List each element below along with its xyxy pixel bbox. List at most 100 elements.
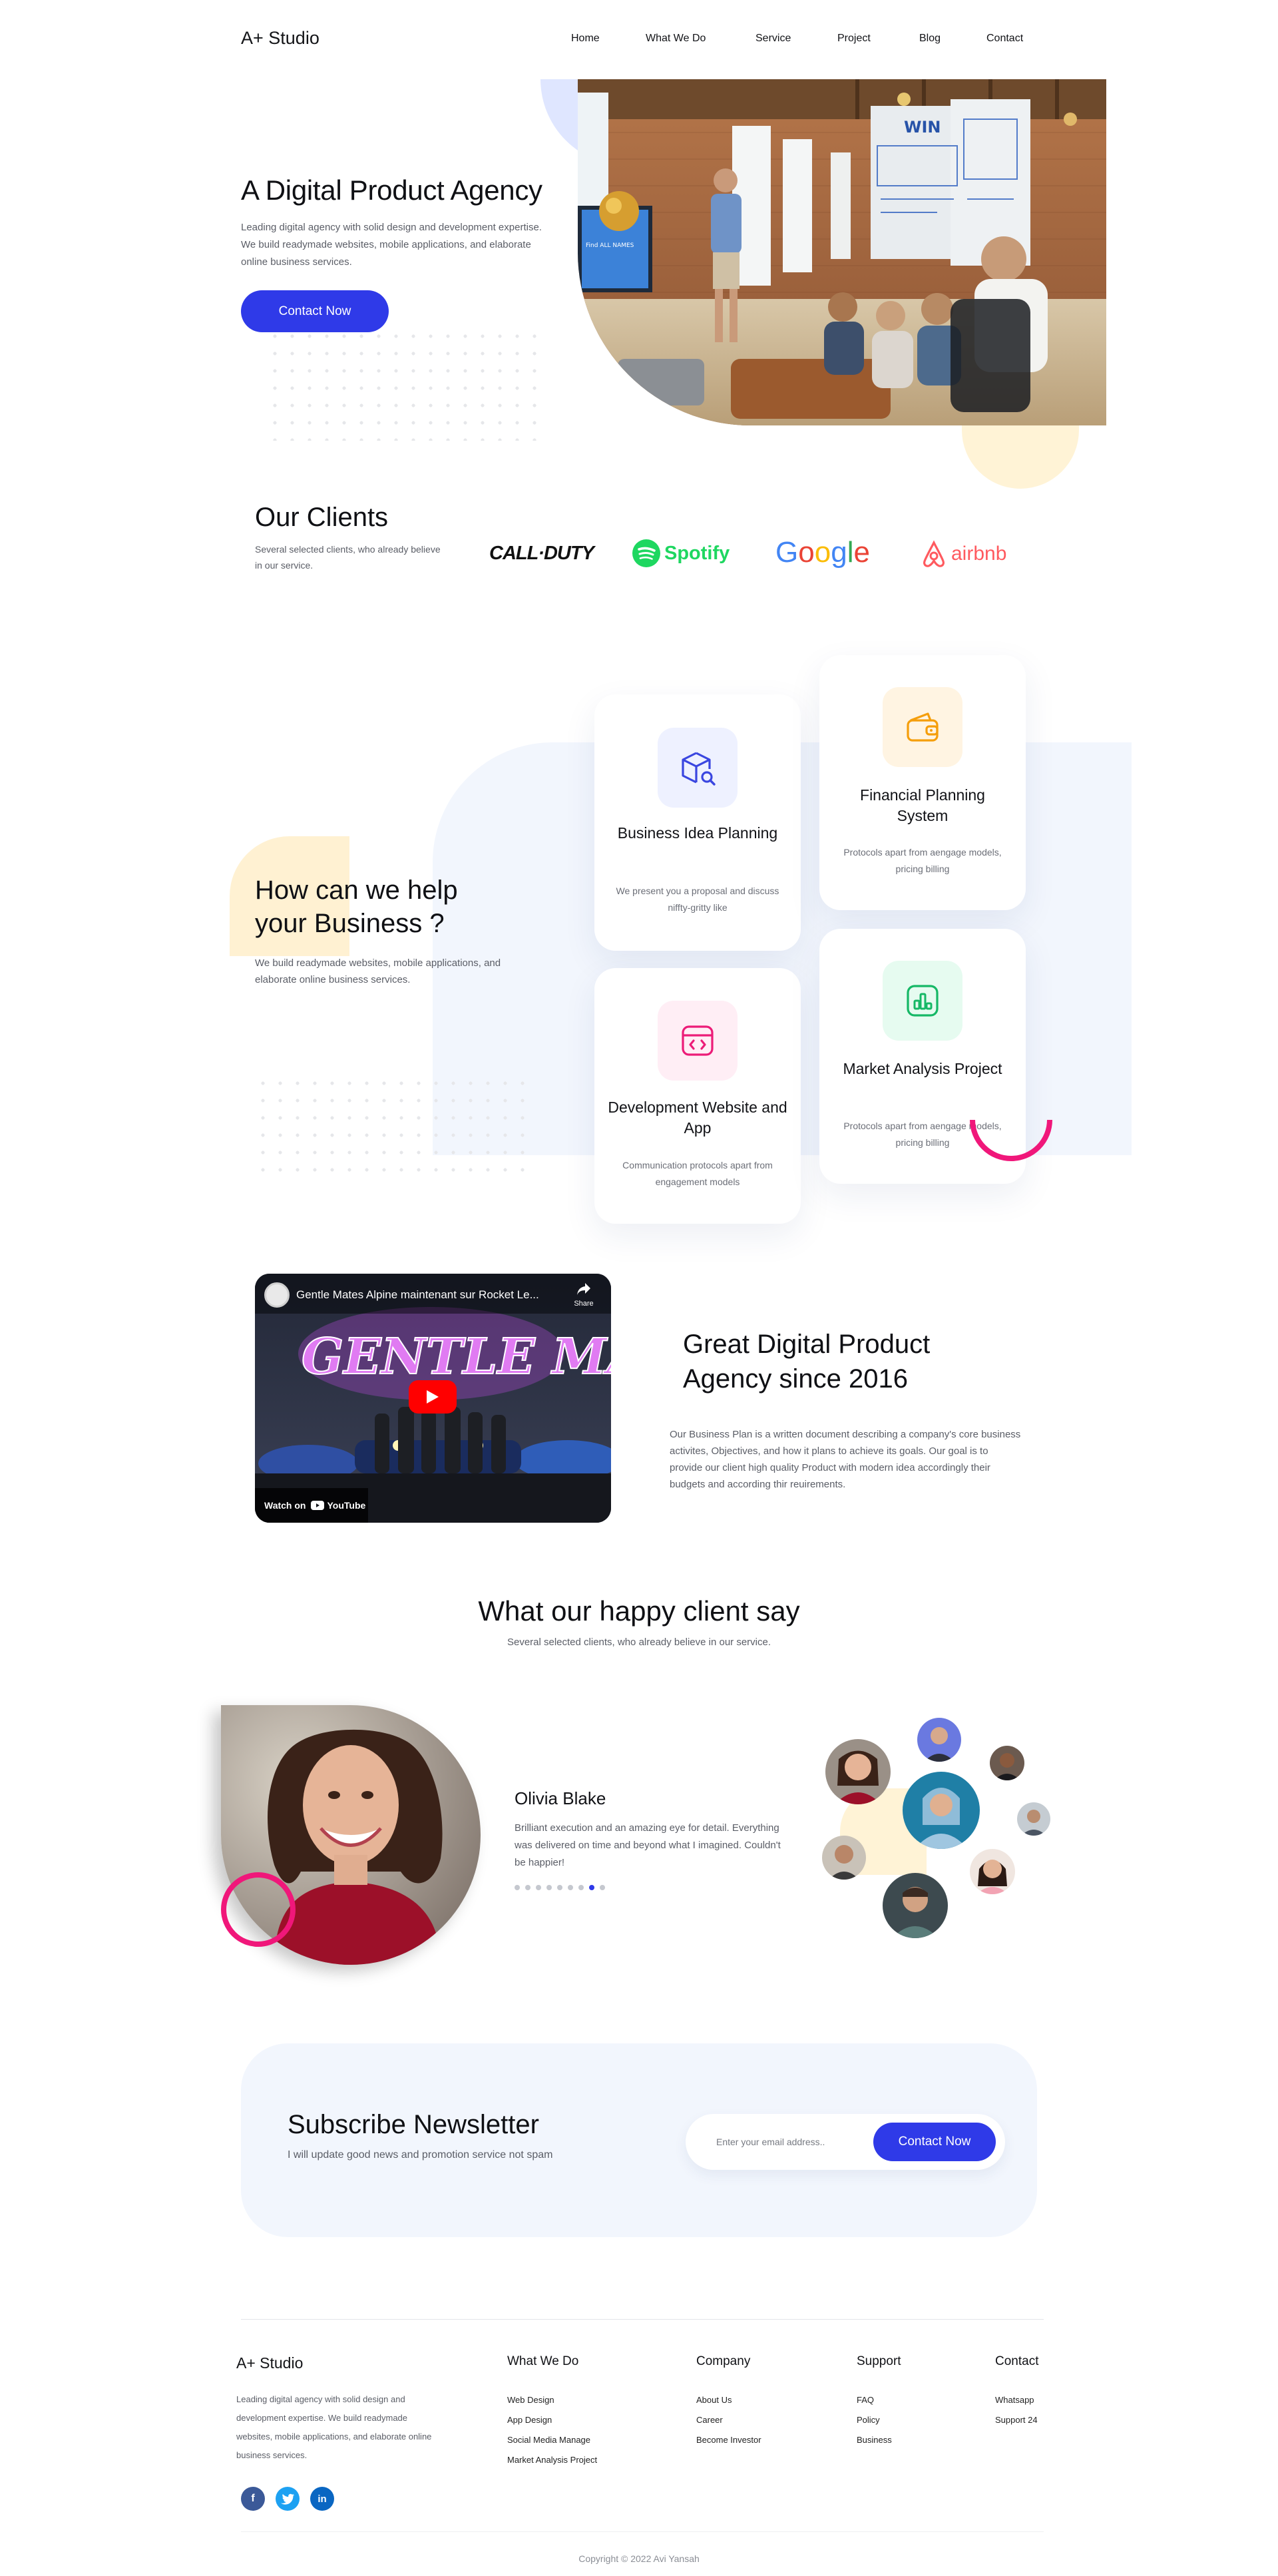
service-card-development[interactable]: Development Website and App Communicatio… bbox=[594, 968, 801, 1224]
footer-link-become-investor[interactable]: Become Investor bbox=[696, 2435, 761, 2445]
service-card-business-idea[interactable]: Business Idea Planning We present you a … bbox=[594, 694, 801, 951]
newsletter-email-input[interactable] bbox=[716, 2131, 863, 2153]
client-avatar[interactable] bbox=[825, 1739, 891, 1804]
nav-contact[interactable]: Contact bbox=[986, 33, 1023, 45]
newsletter-title: Subscribe Newsletter bbox=[288, 2110, 539, 2139]
office-presentation-illustration: WIN Find ALL NAMES bbox=[578, 79, 1106, 425]
share-label: Share bbox=[574, 1300, 594, 1308]
client-avatar[interactable] bbox=[970, 1849, 1015, 1894]
youtube-icon bbox=[311, 1501, 325, 1510]
carousel-dot-6[interactable] bbox=[568, 1885, 573, 1890]
carousel-dot-4[interactable] bbox=[546, 1885, 552, 1890]
client-avatar[interactable] bbox=[1017, 1802, 1050, 1836]
services-title: How can we help your Business ? bbox=[255, 876, 458, 938]
carousel-dot-8-active[interactable] bbox=[589, 1885, 594, 1890]
client-avatar[interactable] bbox=[883, 1873, 948, 1938]
facebook-icon[interactable]: f bbox=[241, 2487, 265, 2511]
footer-link-social-media[interactable]: Social Media Manage bbox=[507, 2435, 590, 2445]
carousel-dot-7[interactable] bbox=[578, 1885, 584, 1890]
airbnb-wordmark: airbnb bbox=[951, 543, 1007, 565]
nav-service[interactable]: Service bbox=[755, 33, 791, 45]
newsletter-subtitle: I will update good news and promotion se… bbox=[288, 2149, 553, 2161]
about-title: Great Digital Product Agency since 2016 bbox=[683, 1330, 931, 1394]
wallet-icon bbox=[883, 687, 962, 767]
client-avatar-featured[interactable] bbox=[903, 1772, 980, 1849]
footer-heading-what-we-do: What We Do bbox=[507, 2354, 579, 2368]
hero-title: A Digital Product Agency bbox=[241, 174, 542, 206]
footer-link-business[interactable]: Business bbox=[857, 2435, 892, 2445]
footer-heading-support: Support bbox=[857, 2354, 901, 2368]
nav-blog[interactable]: Blog bbox=[919, 33, 941, 45]
footer-link-about-us[interactable]: About Us bbox=[696, 2395, 732, 2405]
carousel-dot-1[interactable] bbox=[515, 1885, 520, 1890]
footer-link-whatsapp[interactable]: Whatsapp bbox=[995, 2395, 1034, 2405]
chart-icon bbox=[883, 961, 962, 1041]
newsletter-form: Contact Now bbox=[686, 2114, 1005, 2170]
newsletter-contact-button[interactable]: Contact Now bbox=[873, 2123, 996, 2161]
footer-heading-company: Company bbox=[696, 2354, 751, 2368]
package-search-icon bbox=[658, 728, 738, 808]
service-card-description: We present you a proposal and discuss ni… bbox=[616, 886, 779, 913]
airbnb-logo: airbnb bbox=[921, 540, 1006, 568]
service-card-title: Market Analysis Project bbox=[843, 1060, 1002, 1077]
hero-contact-button[interactable]: Contact Now bbox=[241, 290, 389, 332]
client-avatar[interactable] bbox=[917, 1718, 961, 1762]
twitter-icon[interactable] bbox=[276, 2487, 300, 2511]
testimonials-subtitle: Several selected clients, who already be… bbox=[507, 1637, 771, 1648]
services-description: We build readymade websites, mobile appl… bbox=[255, 957, 501, 985]
tv-screen-text: Find ALL NAMES bbox=[586, 242, 634, 249]
hero-decor-cream bbox=[962, 425, 1079, 489]
channel-avatar[interactable] bbox=[264, 1282, 290, 1308]
wall-sign-text: WIN bbox=[904, 118, 941, 136]
twitter-bird-glyph bbox=[281, 2493, 294, 2505]
services-dot-pattern bbox=[254, 1075, 527, 1181]
video-art-text: GENTLE MATES bbox=[302, 1328, 611, 1386]
footer-link-support-24[interactable]: Support 24 bbox=[995, 2415, 1038, 2425]
nav-project[interactable]: Project bbox=[837, 33, 871, 45]
spotify-wordmark: Spotify bbox=[664, 542, 730, 564]
footer-description: Leading digital agency with solid design… bbox=[236, 2394, 432, 2460]
nav-home[interactable]: Home bbox=[571, 33, 600, 45]
about-description: Our Business Plan is a written document … bbox=[670, 1429, 1021, 1490]
service-card-description: Communication protocols apart from engag… bbox=[622, 1160, 773, 1187]
carousel-dot-5[interactable] bbox=[557, 1885, 562, 1890]
footer-link-faq[interactable]: FAQ bbox=[857, 2395, 874, 2405]
service-card-title: Financial Planning System bbox=[860, 786, 985, 824]
service-card-title: Development Website and App bbox=[608, 1099, 787, 1137]
youtube-video-player[interactable]: GENTLE MATES Gentle Mates Alpine mainten… bbox=[255, 1274, 611, 1523]
service-card-financial-planning[interactable]: Financial Planning System Protocols apar… bbox=[819, 655, 1026, 910]
youtube-logo: YouTube bbox=[311, 1500, 365, 1511]
carousel-dot-2[interactable] bbox=[525, 1885, 531, 1890]
linkedin-icon[interactable]: in bbox=[310, 2487, 334, 2511]
spotify-logo: Spotify bbox=[632, 539, 730, 567]
service-card-title: Business Idea Planning bbox=[617, 824, 778, 842]
client-avatar[interactable] bbox=[822, 1836, 866, 1880]
nav-what-we-do[interactable]: What We Do bbox=[646, 33, 706, 45]
spotify-icon bbox=[632, 539, 660, 567]
footer-brand[interactable]: A+ Studio bbox=[236, 2354, 303, 2372]
clients-title: Our Clients bbox=[255, 503, 389, 532]
youtube-wordmark: YouTube bbox=[327, 1500, 366, 1511]
service-card-description: Protocols apart from aengage models, pri… bbox=[843, 847, 1002, 874]
play-icon bbox=[427, 1390, 439, 1404]
testimonial-quote: Brilliant execution and an amazing eye f… bbox=[515, 1822, 781, 1868]
main-nav: Home What We Do Service Project Blog Con… bbox=[0, 33, 1278, 49]
client-avatar[interactable] bbox=[990, 1746, 1024, 1780]
share-icon bbox=[577, 1283, 590, 1295]
copyright-text: Copyright © 2022 Avi Yansah bbox=[578, 2553, 700, 2564]
play-button[interactable] bbox=[409, 1380, 457, 1414]
footer-link-app-design[interactable]: App Design bbox=[507, 2415, 552, 2425]
carousel-dot-3[interactable] bbox=[536, 1885, 541, 1890]
video-title[interactable]: Gentle Mates Alpine maintenant sur Rocke… bbox=[296, 1288, 539, 1302]
footer-link-web-design[interactable]: Web Design bbox=[507, 2395, 554, 2405]
watch-on-youtube-bar[interactable]: Watch on YouTube bbox=[255, 1488, 368, 1523]
footer-link-market-analysis[interactable]: Market Analysis Project bbox=[507, 2455, 597, 2465]
google-logo: Google bbox=[775, 536, 870, 569]
footer-link-career[interactable]: Career bbox=[696, 2415, 723, 2425]
code-window-icon bbox=[658, 1001, 738, 1081]
carousel-dot-9[interactable] bbox=[600, 1885, 605, 1890]
footer-link-policy[interactable]: Policy bbox=[857, 2415, 880, 2425]
call-of-duty-logo: CALL·DUTY bbox=[489, 543, 594, 564]
airbnb-icon bbox=[923, 540, 945, 567]
share-button[interactable]: Share bbox=[569, 1282, 598, 1308]
